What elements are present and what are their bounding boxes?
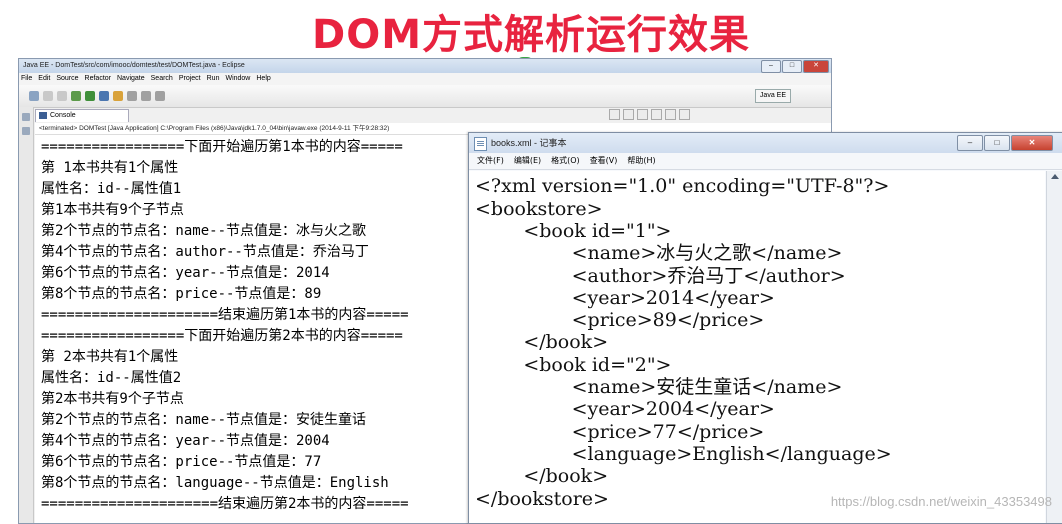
console-line: =================下面开始遍历第2本书的内容===== — [41, 328, 403, 344]
console-line: =====================结束遍历第2本书的内容===== — [41, 496, 409, 512]
back-icon[interactable] — [141, 91, 151, 101]
menu-window[interactable]: Window — [225, 73, 250, 85]
xml-line: <book id="1"> — [475, 220, 672, 242]
notepad-title-bar: books.xml - 记事本 – □ ✕ — [469, 133, 1062, 153]
menu-edit[interactable]: Edit — [38, 73, 50, 85]
console-line: 第 1本书共有1个属性 — [41, 160, 179, 176]
console-line: 第6个节点的节点名：year--节点值是：2014 — [41, 265, 330, 281]
remove-launch-icon[interactable] — [623, 109, 634, 120]
xml-line: </bookstore> — [475, 488, 609, 510]
xml-line: </book> — [475, 465, 609, 487]
xml-line: <?xml version="1.0" encoding="UTF-8"?> — [475, 175, 890, 197]
menu-format[interactable]: 格式(O) — [551, 153, 580, 169]
menu-file[interactable]: 文件(F) — [477, 153, 504, 169]
notepad-minimize-button[interactable]: – — [957, 135, 983, 151]
new-icon[interactable] — [29, 91, 39, 101]
xml-line: <name>安徒生童话</name> — [475, 376, 843, 398]
menu-search[interactable]: Search — [151, 73, 173, 85]
console-line: 第4个节点的节点名：author--节点值是：乔治马丁 — [41, 244, 369, 260]
xml-line: <language>English</language> — [475, 443, 892, 465]
xml-line: <book id="2"> — [475, 354, 672, 376]
xml-line: <year>2004</year> — [475, 398, 775, 420]
console-line: 第6个节点的节点名：price--节点值是：77 — [41, 454, 322, 470]
run-icon[interactable] — [85, 91, 95, 101]
console-line: =====================结束遍历第1本书的内容===== — [41, 307, 409, 323]
console-line: 属性名：id--属性值1 — [41, 181, 182, 197]
notepad-icon — [474, 137, 487, 151]
notepad-window: books.xml - 记事本 – □ ✕ 文件(F) 编辑(E) 格式(O) … — [468, 132, 1062, 524]
vertical-scrollbar[interactable] — [1046, 171, 1062, 523]
xml-line: <price>77</price> — [475, 421, 765, 443]
print-icon[interactable] — [57, 91, 67, 101]
save-icon[interactable] — [43, 91, 53, 101]
console-toolbar — [609, 109, 690, 120]
console-line: 第2本书共有9个子节点 — [41, 391, 184, 407]
xml-line: <year>2014</year> — [475, 287, 775, 309]
menu-edit[interactable]: 编辑(E) — [514, 153, 541, 169]
forward-icon[interactable] — [155, 91, 165, 101]
menu-source[interactable]: Source — [56, 73, 78, 85]
notepad-menu-bar: 文件(F) 编辑(E) 格式(O) 查看(V) 帮助(H) — [469, 153, 1062, 170]
search-icon[interactable] — [99, 91, 109, 101]
notepad-close-button[interactable]: ✕ — [1011, 135, 1053, 151]
pin-console-icon[interactable] — [665, 109, 676, 120]
menu-help[interactable]: Help — [256, 73, 270, 85]
annotation-icon[interactable] — [127, 91, 137, 101]
menu-refactor[interactable]: Refactor — [85, 73, 111, 85]
eclipse-window-title: Java EE - DomTest/src/com/imooc/domtest/… — [23, 62, 245, 69]
xml-line: <name>冰与火之歌</name> — [475, 242, 843, 264]
menu-view[interactable]: 查看(V) — [590, 153, 618, 169]
console-line: 属性名：id--属性值2 — [41, 370, 182, 386]
terminate-icon[interactable] — [609, 109, 620, 120]
eclipse-toolbar: Java EE — [19, 85, 831, 108]
restore-view-icon[interactable] — [22, 113, 30, 121]
menu-help[interactable]: 帮助(H) — [627, 153, 655, 169]
close-button[interactable]: ✕ — [803, 60, 829, 73]
slide-title: DOM方式解析运行效果 — [311, 12, 750, 58]
console-output[interactable]: =================下面开始遍历第1本书的内容===== 第 1本… — [35, 135, 485, 523]
maximize-button[interactable]: □ — [782, 60, 802, 73]
scroll-lock-icon[interactable] — [651, 109, 662, 120]
display-console-icon[interactable] — [679, 109, 690, 120]
debug-icon[interactable] — [71, 91, 81, 101]
menu-file[interactable]: File — [21, 73, 32, 85]
xml-line: <bookstore> — [475, 198, 603, 220]
menu-project[interactable]: Project — [179, 73, 201, 85]
console-line: 第2个节点的节点名：name--节点值是：冰与火之歌 — [41, 223, 366, 239]
clear-console-icon[interactable] — [637, 109, 648, 120]
menu-run[interactable]: Run — [207, 73, 220, 85]
xml-line: <author>乔治马丁</author> — [475, 265, 846, 287]
eclipse-title-bar: Java EE - DomTest/src/com/imooc/domtest/… — [19, 59, 831, 73]
console-line: 第1本书共有9个子节点 — [41, 202, 184, 218]
tab-console[interactable]: Console — [35, 109, 129, 122]
notepad-window-title: books.xml - 记事本 — [491, 138, 567, 148]
watermark: https://blog.csdn.net/weixin_43353498 — [830, 494, 1052, 509]
console-line: 第4个节点的节点名：year--节点值是：2004 — [41, 433, 330, 449]
minimize-button[interactable]: – — [761, 60, 781, 73]
scroll-up-icon[interactable] — [1051, 174, 1059, 179]
console-line: 第8个节点的节点名：price--节点值是：89 — [41, 286, 322, 302]
eclipse-menu-bar: File Edit Source Refactor Navigate Searc… — [19, 73, 831, 85]
notepad-maximize-button[interactable]: □ — [984, 135, 1010, 151]
open-type-icon[interactable] — [113, 91, 123, 101]
menu-navigate[interactable]: Navigate — [117, 73, 145, 85]
xml-line: </book> — [475, 331, 609, 353]
package-view-icon[interactable] — [22, 127, 30, 135]
notepad-text-area[interactable]: <?xml version="1.0" encoding="UTF-8"?> <… — [469, 171, 1045, 523]
console-line: 第2个节点的节点名：name--节点值是：安徒生童话 — [41, 412, 366, 428]
perspective-java-ee[interactable]: Java EE — [754, 89, 791, 103]
console-line: 第8个节点的节点名：language--节点值是：English — [41, 475, 389, 491]
xml-line: <price>89</price> — [475, 309, 765, 331]
console-line: 第 2本书共有1个属性 — [41, 349, 179, 365]
left-trim-bar — [19, 107, 34, 523]
console-line: =================下面开始遍历第1本书的内容===== — [41, 139, 403, 155]
